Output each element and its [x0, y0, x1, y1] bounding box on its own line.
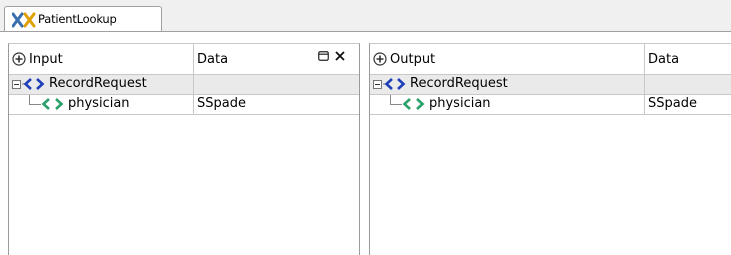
- add-circle-icon[interactable]: [373, 52, 387, 66]
- row-divider: [9, 114, 359, 115]
- output-panel: Output Data RecordRequest physician SSpa…: [369, 43, 731, 255]
- column-divider: [193, 75, 194, 114]
- editor-tab-strip: PatientLookup: [0, 0, 731, 32]
- tree-row-record-request[interactable]: RecordRequest: [370, 75, 731, 94]
- tree-node-label: physician: [68, 96, 130, 111]
- collapse-icon[interactable]: [373, 80, 382, 89]
- output-name-column-header[interactable]: Output: [370, 44, 645, 74]
- close-icon[interactable]: [335, 51, 345, 61]
- tab-patient-lookup[interactable]: PatientLookup: [4, 6, 162, 32]
- tree-node-value[interactable]: SSpade: [648, 96, 697, 111]
- tree-row-record-request[interactable]: RecordRequest: [9, 75, 359, 94]
- add-circle-icon[interactable]: [12, 52, 26, 66]
- restore-icon[interactable]: [318, 51, 329, 61]
- output-column-label: Output: [390, 52, 436, 67]
- tree-node-label: RecordRequest: [49, 76, 147, 91]
- xml-element-icon: [383, 78, 406, 90]
- input-name-column-header[interactable]: Input: [9, 44, 194, 74]
- column-divider: [644, 75, 645, 114]
- output-data-column-label: Data: [648, 52, 680, 67]
- tree-connector-icon: [29, 95, 41, 105]
- tree-node-label: physician: [429, 96, 491, 111]
- tab-strip-divider: [0, 31, 731, 32]
- xml-mapper-icon: [12, 12, 36, 28]
- tree-node-value[interactable]: SSpade: [197, 96, 246, 111]
- input-panel: Input Data RecordRequest physician SSpad…: [8, 43, 360, 255]
- tree-node-label: RecordRequest: [410, 76, 508, 91]
- tree-row-physician[interactable]: physician SSpade: [370, 95, 731, 114]
- output-header: Output Data: [370, 44, 731, 75]
- xml-element-icon: [402, 98, 425, 110]
- tree-connector-icon: [390, 95, 402, 105]
- input-column-label: Input: [29, 52, 63, 67]
- input-data-column-label: Data: [197, 52, 229, 67]
- tree-row-physician[interactable]: physician SSpade: [9, 95, 359, 114]
- input-header: Input Data: [9, 44, 359, 75]
- row-divider: [370, 114, 731, 115]
- tab-label: PatientLookup: [38, 12, 117, 26]
- xml-element-icon: [22, 78, 45, 90]
- collapse-icon[interactable]: [12, 80, 21, 89]
- xml-element-icon: [41, 98, 64, 110]
